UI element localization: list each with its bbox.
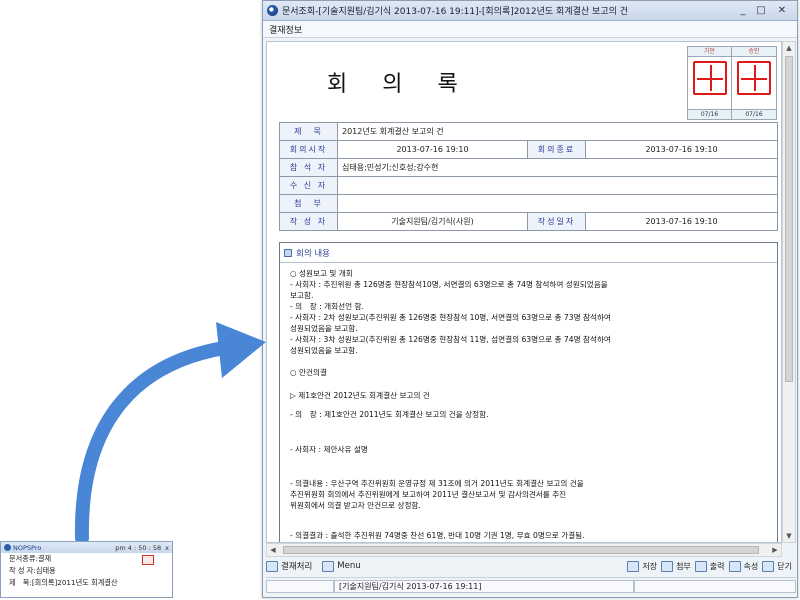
arrow-head: [216, 322, 266, 378]
notification-author: 작 성 자:심태용: [9, 566, 56, 575]
screenshot-stage: 문서조회-[기술지원팀/김기식 2013-07-16 19:11]-[회의록]2…: [0, 0, 800, 600]
notification-app-name: NOPSPro: [13, 543, 42, 552]
notification-header: NOPSPro pm 4 : 50 : 58 x: [1, 542, 172, 553]
nops-logo-icon: [4, 544, 11, 551]
notification-close-button[interactable]: x: [165, 544, 169, 552]
notification-subject: 제 목:[회의록]2011년도 회계결산: [9, 578, 118, 587]
mail-icon[interactable]: [142, 555, 154, 565]
notification-popup[interactable]: NOPSPro pm 4 : 50 : 58 x 문서종류:결재 작 성 자:심…: [0, 541, 173, 598]
arrow-shaft: [74, 339, 245, 545]
notification-time: pm 4 : 50 : 58: [115, 543, 162, 552]
pointer-arrow: [74, 322, 266, 545]
